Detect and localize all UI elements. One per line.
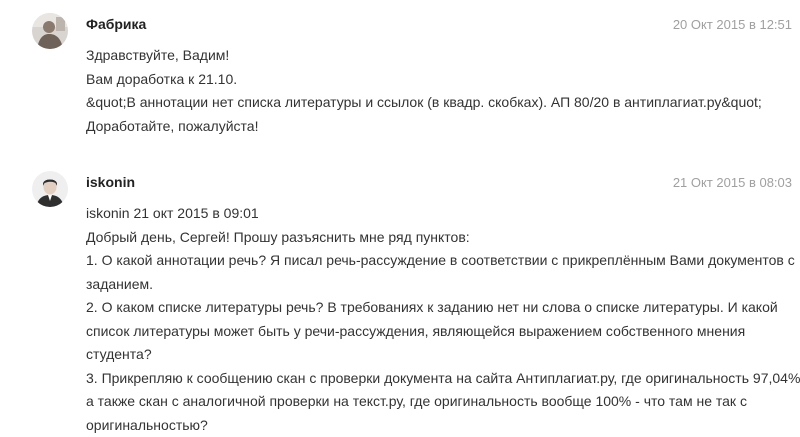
comment-author[interactable]: Фабрика (86, 16, 146, 32)
comment-text-line: 1. О какой аннотации речь? Я писал речь-… (86, 249, 791, 273)
avatar[interactable] (32, 171, 68, 207)
avatar[interactable] (32, 13, 68, 49)
comment-body: Здравствуйте, Вадим! Вам доработка к 21.… (86, 44, 791, 138)
comment-text-line: оригинальностью? (86, 414, 791, 437)
user-photo-avatar-icon (32, 13, 68, 49)
comment-text-line: студента? (86, 343, 791, 367)
comment-text-line: Добрый день, Сергей! Прошу разъяснить мн… (86, 226, 791, 250)
comment-text-line: Здравствуйте, Вадим! (86, 44, 791, 68)
comment-timestamp: 20 Окт 2015 в 12:51 (673, 17, 792, 32)
comment-timestamp: 21 Окт 2015 в 08:03 (673, 175, 792, 190)
comment-text-line: iskonin 21 окт 2015 в 09:01 (86, 202, 791, 226)
user-photo-avatar-icon (32, 171, 68, 207)
comment-author[interactable]: iskonin (86, 174, 135, 190)
comment-text-line: Вам доработка к 21.10. (86, 68, 791, 92)
comment-text-line: &quot;В аннотации нет списка литературы … (86, 91, 791, 115)
comment-text-line: заданием. (86, 273, 791, 297)
comment-body: iskonin 21 окт 2015 в 09:01 Добрый день,… (86, 202, 791, 437)
comment-text-line: 3. Прикрепляю к сообщению скан с проверк… (86, 367, 791, 391)
comment-text-line: а также скан с аналогичной проверки на т… (86, 390, 791, 414)
comment-text-line: 2. О каком списке литературы речь? В тре… (86, 296, 791, 320)
comment-text-line: Доработайте, пожалуйста! (86, 115, 791, 139)
comment-text-line: список литературы может быть у речи-расс… (86, 320, 791, 344)
